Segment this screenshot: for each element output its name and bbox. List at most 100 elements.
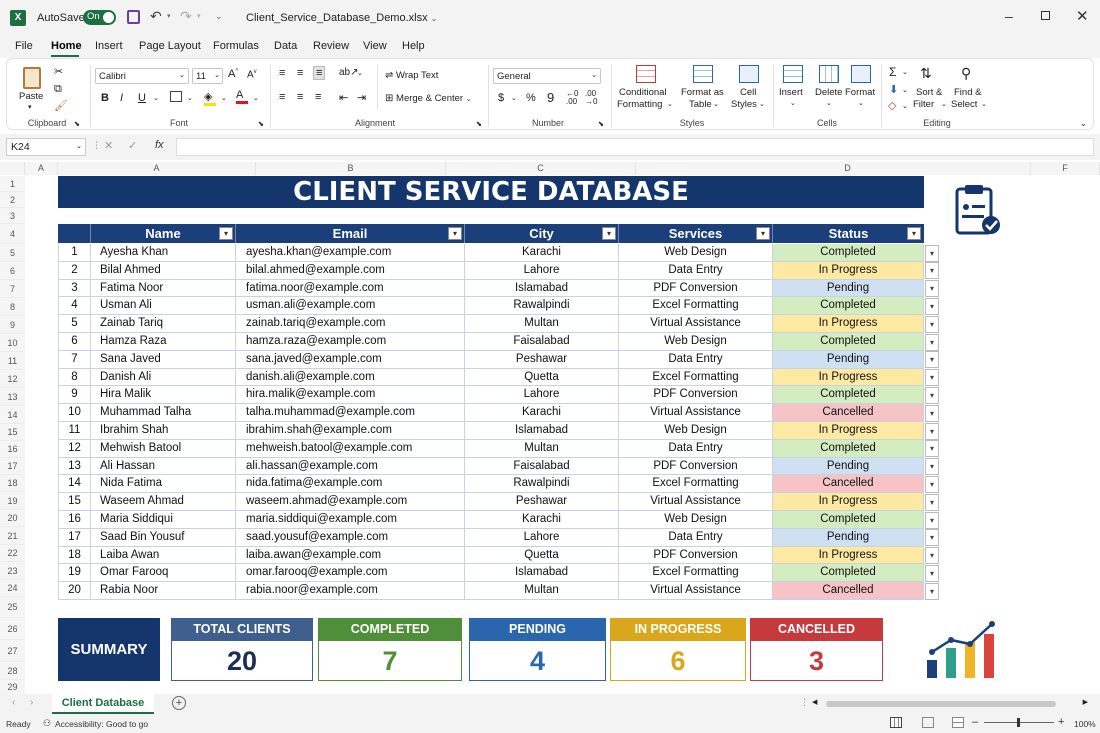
- status-cell[interactable]: Completed: [773, 244, 924, 262]
- table-cell[interactable]: Faisalabad: [465, 333, 619, 351]
- customize-toolbar-icon[interactable]: ⌄: [215, 11, 223, 22]
- table-cell[interactable]: sana.javed@example.com: [236, 350, 465, 369]
- table-cell[interactable]: Peshawar: [465, 350, 619, 369]
- table-cell[interactable]: PDF Conversion: [619, 386, 773, 405]
- table-cell[interactable]: 10: [58, 404, 91, 422]
- table-cell[interactable]: 7: [58, 350, 91, 369]
- formula-input[interactable]: [176, 138, 1094, 156]
- tab-help[interactable]: Help: [402, 40, 425, 52]
- table-cell[interactable]: 9: [58, 386, 91, 405]
- table-cell[interactable]: 3: [58, 279, 91, 298]
- table-cell[interactable]: Lahore: [465, 528, 619, 547]
- row-header[interactable]: 9: [0, 316, 25, 334]
- table-cell[interactable]: zainab.tariq@example.com: [236, 315, 465, 333]
- confirm-entry-icon[interactable]: ✓: [128, 139, 137, 152]
- insert-cells-button[interactable]: Insert ⌄: [777, 65, 811, 115]
- cut-icon[interactable]: ✂: [54, 65, 63, 78]
- table-cell[interactable]: Karachi: [465, 511, 619, 529]
- borders-icon[interactable]: [170, 91, 182, 102]
- find-select-button[interactable]: ⚲ Find & Select ⌄: [951, 65, 991, 115]
- select-all-corner[interactable]: [0, 162, 25, 175]
- filter-dropdown-icon[interactable]: ▾: [907, 227, 921, 240]
- column-header[interactable]: F: [1030, 162, 1100, 175]
- table-cell[interactable]: Data Entry: [619, 350, 773, 369]
- insert-function-button[interactable]: fx: [155, 139, 164, 151]
- increase-indent-icon[interactable]: ⇥: [357, 91, 366, 104]
- table-cell[interactable]: 8: [58, 368, 91, 387]
- table-cell[interactable]: hira.malik@example.com: [236, 386, 465, 405]
- font-color-icon[interactable]: A: [236, 89, 248, 104]
- font-color-dropdown-icon[interactable]: ⌄: [253, 94, 259, 102]
- table-cell[interactable]: Maria Siddiqui: [91, 511, 236, 529]
- table-cell[interactable]: Lahore: [465, 386, 619, 405]
- table-cell[interactable]: Quetta: [465, 546, 619, 565]
- status-dropdown-icon[interactable]: ▾: [925, 244, 939, 262]
- status-cell[interactable]: Cancelled: [773, 475, 924, 494]
- table-cell[interactable]: Excel Formatting: [619, 564, 773, 583]
- filter-dropdown-icon[interactable]: ▾: [756, 227, 770, 240]
- table-cell[interactable]: 2: [58, 261, 91, 280]
- row-header[interactable]: 7: [0, 280, 25, 298]
- row-header[interactable]: 29: [0, 680, 25, 695]
- table-cell[interactable]: usman.ali@example.com: [236, 297, 465, 316]
- clipboard-launcher-icon[interactable]: ⬊: [74, 120, 80, 128]
- close-icon[interactable]: ✕: [1076, 7, 1089, 25]
- tab-data[interactable]: Data: [274, 40, 297, 52]
- table-cell[interactable]: Web Design: [619, 511, 773, 529]
- zoom-slider[interactable]: [984, 718, 1054, 727]
- table-cell[interactable]: rabia.noor@example.com: [236, 582, 465, 600]
- currency-dropdown-icon[interactable]: ⌄: [511, 94, 517, 102]
- increase-font-icon[interactable]: A^: [228, 68, 238, 80]
- row-header[interactable]: 21: [0, 527, 25, 545]
- table-cell[interactable]: mehweish.batool@example.com: [236, 439, 465, 458]
- scroll-right-icon[interactable]: ▶: [1083, 698, 1088, 706]
- decrease-font-icon[interactable]: Av: [247, 69, 257, 80]
- table-cell[interactable]: Islamabad: [465, 564, 619, 583]
- table-cell[interactable]: 16: [58, 511, 91, 529]
- column-header[interactable]: A: [58, 162, 256, 175]
- table-cell[interactable]: Ali Hassan: [91, 457, 236, 476]
- status-cell[interactable]: Completed: [773, 439, 924, 458]
- row-header[interactable]: 8: [0, 298, 25, 316]
- table-cell[interactable]: 4: [58, 297, 91, 316]
- column-header[interactable]: A: [25, 162, 58, 175]
- table-cell[interactable]: bilal.ahmed@example.com: [236, 261, 465, 280]
- table-cell[interactable]: Karachi: [465, 244, 619, 262]
- format-cells-button[interactable]: Format ⌄: [845, 65, 879, 115]
- row-header[interactable]: 12: [0, 370, 25, 388]
- status-cell[interactable]: Completed: [773, 511, 924, 529]
- table-cell[interactable]: laiba.awan@example.com: [236, 546, 465, 565]
- italic-button[interactable]: I: [120, 92, 123, 104]
- table-cell[interactable]: Fatima Noor: [91, 279, 236, 298]
- status-dropdown-icon[interactable]: ▾: [925, 582, 939, 600]
- row-header[interactable]: 2: [0, 192, 25, 208]
- table-cell[interactable]: Quetta: [465, 368, 619, 387]
- save-icon[interactable]: [127, 10, 140, 24]
- status-cell[interactable]: Pending: [773, 279, 924, 298]
- row-header[interactable]: 3: [0, 208, 25, 224]
- status-dropdown-icon[interactable]: ▾: [925, 315, 939, 333]
- scroll-thumb[interactable]: [826, 701, 1056, 707]
- status-cell[interactable]: In Progress: [773, 546, 924, 565]
- row-header[interactable]: 11: [0, 352, 25, 370]
- filter-dropdown-icon[interactable]: ▾: [602, 227, 616, 240]
- table-cell[interactable]: 1: [58, 244, 91, 262]
- status-cell[interactable]: In Progress: [773, 422, 924, 440]
- minimize-icon[interactable]: –: [1005, 8, 1013, 24]
- horizontal-scrollbar[interactable]: ◀ ▶: [812, 698, 1088, 710]
- table-cell[interactable]: Hira Malik: [91, 386, 236, 405]
- status-dropdown-icon[interactable]: ▾: [925, 386, 939, 404]
- table-cell[interactable]: Mehwish Batool: [91, 439, 236, 458]
- status-cell[interactable]: Completed: [773, 297, 924, 316]
- sheet-tab-client-database[interactable]: Client Database: [52, 694, 154, 714]
- table-cell[interactable]: Ibrahim Shah: [91, 422, 236, 440]
- table-cell[interactable]: nida.fatima@example.com: [236, 475, 465, 494]
- page-break-view-icon[interactable]: [952, 717, 964, 728]
- row-header[interactable]: 16: [0, 441, 25, 458]
- restore-icon[interactable]: [1041, 11, 1050, 20]
- row-header[interactable]: 18: [0, 475, 25, 492]
- wrap-text-button[interactable]: ⇌ Wrap Text: [385, 70, 438, 81]
- table-cell[interactable]: Sana Javed: [91, 350, 236, 369]
- table-cell[interactable]: 20: [58, 582, 91, 600]
- table-cell[interactable]: Virtual Assistance: [619, 315, 773, 333]
